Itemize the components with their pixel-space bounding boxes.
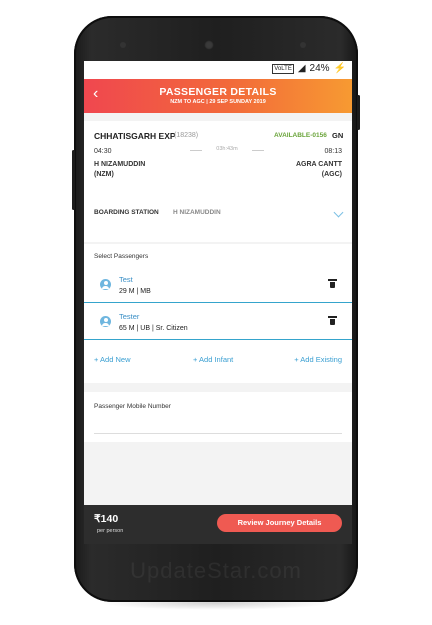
quota-class: GN (332, 131, 344, 140)
sensor (120, 42, 126, 48)
journey-subtitle: NZM TO AGC | 29 SEP SUNDAY 2019 (170, 99, 266, 105)
chevron-down-icon[interactable] (333, 207, 344, 218)
charging-icon: ⚡ (333, 63, 346, 74)
add-existing-button[interactable]: + Add Existing (294, 355, 342, 364)
passenger-name: Tester (119, 312, 140, 321)
passenger-info: 65 M | UB | Sr. Citizen (119, 325, 188, 332)
destination-code: (AGC) (321, 171, 342, 178)
add-passenger-actions: + Add New + Add Infant + Add Existing (84, 355, 352, 369)
volume-button (72, 150, 75, 210)
departure-time: 04:30 (94, 148, 112, 155)
trash-icon[interactable] (328, 279, 337, 288)
boarding-station-selector[interactable]: BOARDING STATION H NIZAMUDDIN (84, 195, 352, 237)
add-infant-button[interactable]: + Add Infant (193, 355, 233, 364)
passenger-info: 29 M | MB (119, 288, 151, 295)
network-badge: VoLTE (272, 63, 294, 74)
availability-status: AVAILABLE-0156 (274, 132, 327, 139)
signal-icon: ◢ (297, 63, 306, 74)
passenger-name: Test (119, 275, 133, 284)
person-icon (100, 316, 111, 327)
mobile-number-underline (94, 433, 342, 434)
sensor (300, 42, 306, 48)
add-new-button[interactable]: + Add New (94, 355, 130, 364)
app-screen: VoLTE ◢ 24% ⚡ ‹ PASSENGER DETAILS NZM TO… (84, 61, 352, 544)
fare-amount: ₹140 (94, 513, 119, 525)
passenger-row[interactable]: Test 29 M | MB (84, 270, 352, 303)
passenger-row[interactable]: Tester 65 M | UB | Sr. Citizen (84, 307, 352, 340)
boarding-station-label: BOARDING STATION (94, 209, 159, 216)
mobile-number-field[interactable]: Passenger Mobile Number (84, 392, 352, 442)
status-bar: VoLTE ◢ 24% ⚡ (84, 61, 352, 79)
origin-code: (NZM) (94, 171, 114, 178)
battery-level: 24% (309, 63, 330, 74)
fare-unit: per person (97, 528, 124, 534)
power-button (357, 95, 360, 130)
destination-station: AGRA CANTT (295, 161, 342, 168)
journey-duration: 03h:43m (190, 146, 264, 152)
footer-bar: ₹140 per person Review Journey Details (84, 505, 352, 544)
boarding-station-value: H NIZAMUDDIN (173, 209, 221, 216)
watermark: UpdateStar.com (130, 558, 302, 583)
arrival-time: 08:13 (324, 148, 342, 155)
page-header: ‹ PASSENGER DETAILS NZM TO AGC | 29 SEP … (84, 79, 352, 113)
train-number: (18238) (174, 132, 199, 139)
select-passengers-title: Select Passengers (94, 253, 149, 260)
origin-station: H NIZAMUDDIN (94, 161, 146, 168)
person-icon (100, 279, 111, 290)
review-journey-button[interactable]: Review Journey Details (217, 514, 342, 532)
page-title: PASSENGER DETAILS (159, 86, 277, 98)
mobile-number-label: Passenger Mobile Number (94, 403, 171, 410)
trash-icon[interactable] (328, 316, 337, 325)
train-name: CHHATISGARH EXP (94, 131, 176, 141)
front-camera (204, 40, 214, 50)
passengers-section: Select Passengers Test 29 M | MB Tester … (84, 244, 352, 383)
